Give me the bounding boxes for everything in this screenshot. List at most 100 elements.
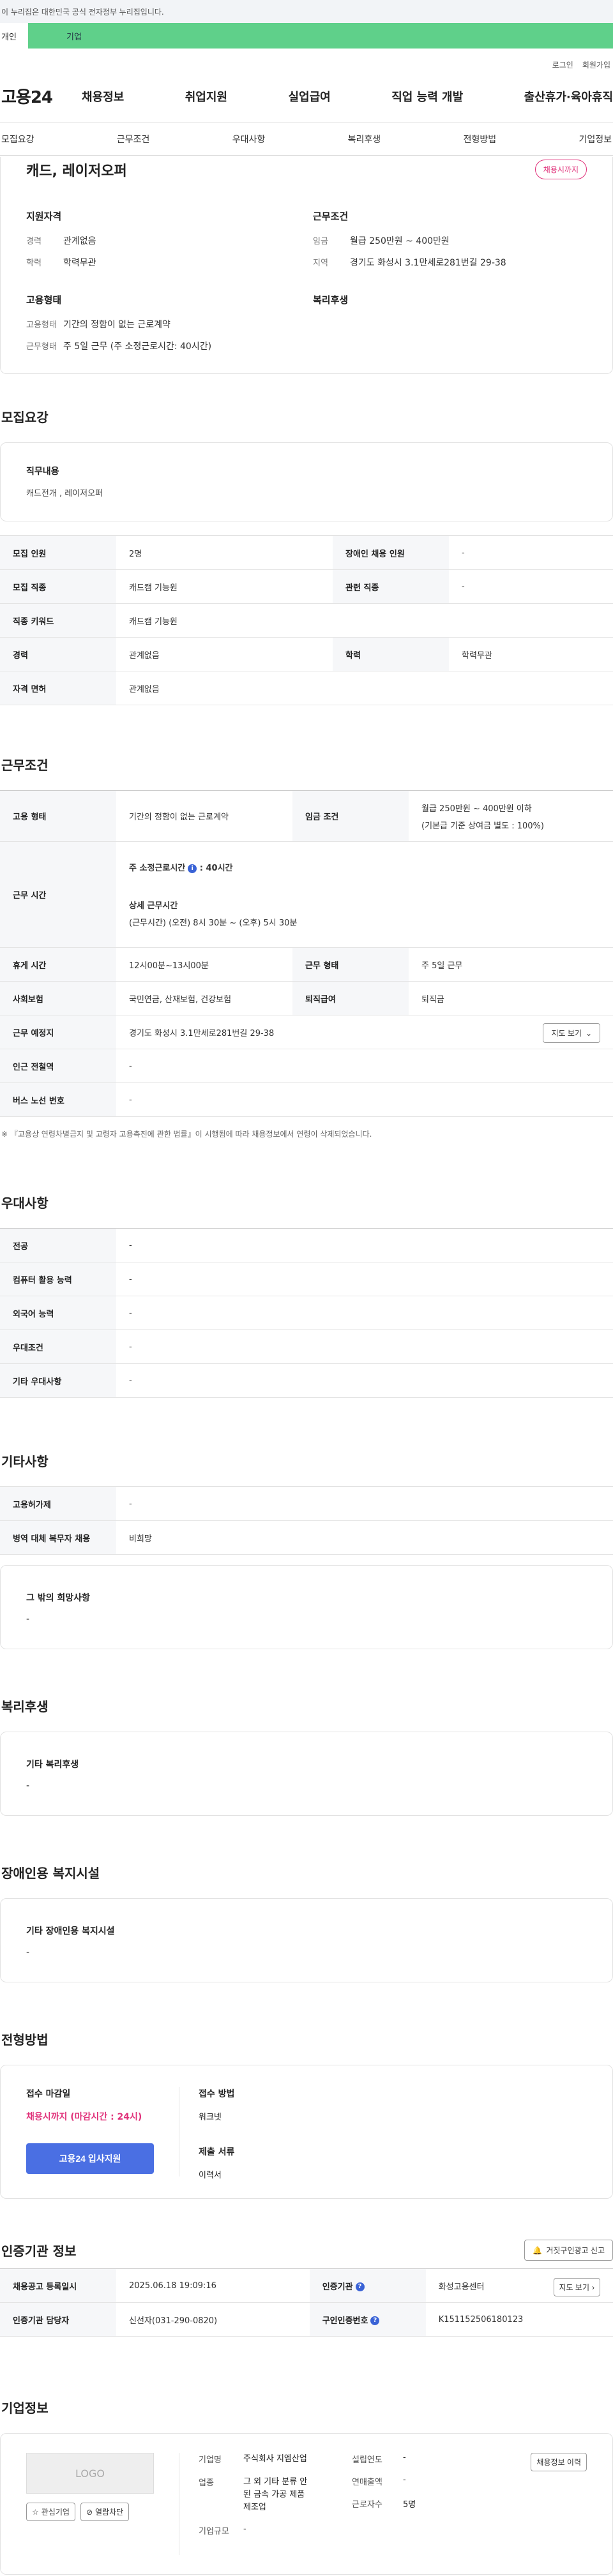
- kv-value: 주식회사 지엠산업: [243, 2454, 307, 2464]
- row-value: 관계없음: [116, 671, 613, 705]
- duty-value: 캐드전개 , 레이저오퍼: [26, 489, 103, 498]
- section-nav-selection[interactable]: 전형방법: [464, 133, 497, 146]
- gnb-item-training[interactable]: 직업 능력 개발: [391, 88, 463, 105]
- row-label: 우대조건: [0, 1329, 116, 1364]
- site-logo[interactable]: 고용24: [0, 84, 82, 108]
- emp-form: 근무형태 주 5일 근무 (주 소정근로시간: 40시간): [26, 340, 300, 352]
- etc-section: 기타사항 고용허가제 - 병역 대체 복무자 채용 비희망 그 밖의 희망사항 -: [0, 1451, 613, 1649]
- row-value: 신선자(031-290-0820): [116, 2302, 310, 2337]
- method-value: 워크넷: [199, 2113, 222, 2122]
- company-col-2: 설립연도 - 연매출액 - 근로자수 5명: [352, 2453, 448, 2555]
- other-wish-label: 그 밖의 희망사항: [26, 1593, 90, 1603]
- top-tabs: 개인 기업: [0, 23, 613, 49]
- section-nav-welfare[interactable]: 복리후생: [348, 133, 381, 146]
- kv-value: 월급 250만원 ~ 400만원: [350, 236, 450, 246]
- table-row: 경력 관계없음 학력 학력무관: [0, 637, 613, 671]
- fav-company-button[interactable]: ☆ 관심기업: [26, 2503, 75, 2521]
- job-title: 캐드, 레이저오퍼: [26, 163, 127, 179]
- kv-value: 기간의 정함이 없는 근로계약: [63, 320, 170, 330]
- map-button-label: 지도 보기: [559, 2283, 590, 2292]
- hours-cell: 주 소정근로시간 i : 40시간 상세 근무시간 (근무시간) (오전) 8시 …: [116, 841, 613, 948]
- login-link[interactable]: 로그인: [552, 59, 573, 70]
- row-label: 컴퓨터 활용 능력: [0, 1262, 116, 1296]
- apply-button[interactable]: 고용24 입사지원: [26, 2143, 154, 2174]
- method-label: 접수 방법: [199, 2089, 235, 2099]
- gnb-item-leave[interactable]: 출산휴가·육아휴직: [524, 88, 613, 105]
- qual-edu: 학력 학력무관: [26, 256, 300, 269]
- tab-personal[interactable]: 개인: [0, 23, 28, 49]
- row-label: 기타 우대사항: [0, 1363, 116, 1398]
- agency-map-button[interactable]: 지도 보기 ›: [553, 2278, 600, 2296]
- disabled-label: 기타 장애인용 복지시설: [26, 1926, 115, 1936]
- table-row: 채용공고 등록일시 2025.06.18 19:09:16 인증기관? 화성고용…: [0, 2268, 613, 2303]
- hiring-history-button[interactable]: 채용정보 이력: [531, 2453, 587, 2471]
- report-button[interactable]: 🔔 거짓구인광고 신고: [524, 2240, 613, 2261]
- section-nav-prefer[interactable]: 우대사항: [232, 133, 266, 146]
- map-button[interactable]: 지도 보기 ⌄: [543, 1023, 600, 1043]
- gnb-menu: 채용정보 취업지원 실업급여 직업 능력 개발 출산휴가·육아휴직: [82, 88, 613, 105]
- row-label: 근무 예정지: [0, 1015, 116, 1049]
- row-value: 캐드캠 기능원: [116, 569, 333, 604]
- disabled-card: 기타 장애인용 복지시설 -: [0, 1898, 613, 1982]
- agency-label-cell: 인증기관?: [309, 2268, 426, 2303]
- prefer-title: 우대사항: [1, 1195, 49, 1211]
- kv-value: -: [243, 2524, 246, 2534]
- row-label: 장애인 채용 인원: [333, 535, 450, 570]
- etc-table: 고용허가제 - 병역 대체 복무자 채용 비희망: [0, 1486, 613, 1555]
- table-row: 모집 직종 캐드캠 기능원 관련 직종 -: [0, 569, 613, 604]
- disabled-section: 장애인용 복지시설 기타 장애인용 복지시설 -: [0, 1863, 613, 1982]
- kv-value: 5명: [403, 2500, 416, 2510]
- table-row: 사회보험 국민연금, 산재보험, 건강보험 퇴직급여 퇴직금: [0, 981, 613, 1015]
- welfare-value: -: [26, 1781, 30, 1791]
- kv-value: -: [403, 2475, 406, 2485]
- row-label: 직종 키워드: [0, 603, 116, 638]
- table-row: 고용 형태 기간의 정함이 없는 근로계약 임금 조건 월급 250만원 ~ 4…: [0, 790, 613, 842]
- info-icon[interactable]: ?: [370, 2316, 380, 2325]
- row-value: -: [449, 569, 613, 604]
- row-value: 2명: [116, 535, 333, 570]
- join-link[interactable]: 회원가입: [582, 59, 610, 70]
- work-table: 고용 형태 기간의 정함이 없는 근로계약 임금 조건 월급 250만원 ~ 4…: [0, 790, 613, 1117]
- cert-title: 인증기관 정보: [1, 2243, 77, 2259]
- kv-key: 경력: [26, 237, 42, 246]
- gnb-item-unemployment[interactable]: 실업급여: [289, 88, 331, 105]
- hours-detail: (근무시간) (오전) 8시 30분 ~ (오후) 5시 30분: [129, 918, 298, 928]
- table-row: 자격 면허 관계없음: [0, 671, 613, 705]
- table-row: 컴퓨터 활용 능력 -: [0, 1262, 613, 1296]
- table-row: 기타 우대사항 -: [0, 1363, 613, 1398]
- recruit-title: 모집요강: [1, 410, 49, 425]
- table-row: 병역 대체 복무자 채용 비희망: [0, 1520, 613, 1555]
- table-row: 외국어 능력 -: [0, 1296, 613, 1330]
- info-icon[interactable]: ?: [355, 2282, 365, 2291]
- section-nav-work[interactable]: 근무조건: [117, 133, 150, 146]
- kv-key: 기업규모: [199, 2527, 229, 2536]
- chevron-right-icon: ›: [592, 2282, 594, 2292]
- tab-company[interactable]: 기업: [28, 23, 613, 49]
- section-nav-company[interactable]: 기업정보: [579, 133, 612, 146]
- selection-section: 전형방법 접수 마감일 채용시까지 (마감시간 : 24시) 고용24 입사지원…: [0, 2030, 613, 2199]
- number-label-cell: 구인인증번호?: [309, 2302, 426, 2337]
- qual-block: 지원자격 경력 관계없음 학력 학력무관: [26, 209, 300, 278]
- row-value: 관계없음: [116, 637, 333, 671]
- gnb-item-employment-support[interactable]: 취업지원: [185, 88, 227, 105]
- summary-card: 캐드, 레이저오퍼 채용시까지 지원자격 경력 관계없음 학력 학력무관 근무조건 …: [0, 157, 613, 374]
- row-value: -: [116, 1486, 613, 1521]
- welfare-section-title: 복리후생: [1, 1699, 49, 1714]
- kv-key: 설립연도: [352, 2455, 382, 2465]
- kv-key: 지역: [313, 258, 328, 268]
- row-value: 캐드캠 기능원: [116, 603, 613, 638]
- report-button-label: 거짓구인광고 신고: [546, 2246, 605, 2255]
- company-info: 기업명 주식회사 지엠산업 업종 그 외 기타 분류 안된 금속 가공 제품 제조업…: [179, 2453, 587, 2555]
- emp-block: 고용형태 고용형태 기간의 정함이 없는 근로계약 근무형태 주 5일 근무 (주 …: [26, 293, 300, 361]
- chevron-down-icon: ⌄: [585, 1028, 592, 1038]
- table-row: 직종 키워드 캐드캠 기능원: [0, 603, 613, 638]
- info-icon[interactable]: i: [188, 864, 197, 873]
- star-icon: ☆: [32, 2507, 39, 2517]
- table-row: 모집 인원 2명 장애인 채용 인원 -: [0, 535, 613, 570]
- section-nav-recruit[interactable]: 모집요강: [1, 133, 34, 146]
- cert-section: 인증기관 정보 🔔 거짓구인광고 신고 채용공고 등록일시 2025.06.18 …: [0, 2240, 613, 2337]
- row-label: 채용공고 등록일시: [0, 2268, 116, 2303]
- gnb-item-jobs[interactable]: 채용정보: [82, 88, 124, 105]
- section-nav: 모집요강 근무조건 우대사항 복리후생 전형방법 기업정보: [0, 123, 613, 156]
- block-company-button[interactable]: ⊘ 열람차단: [80, 2503, 130, 2521]
